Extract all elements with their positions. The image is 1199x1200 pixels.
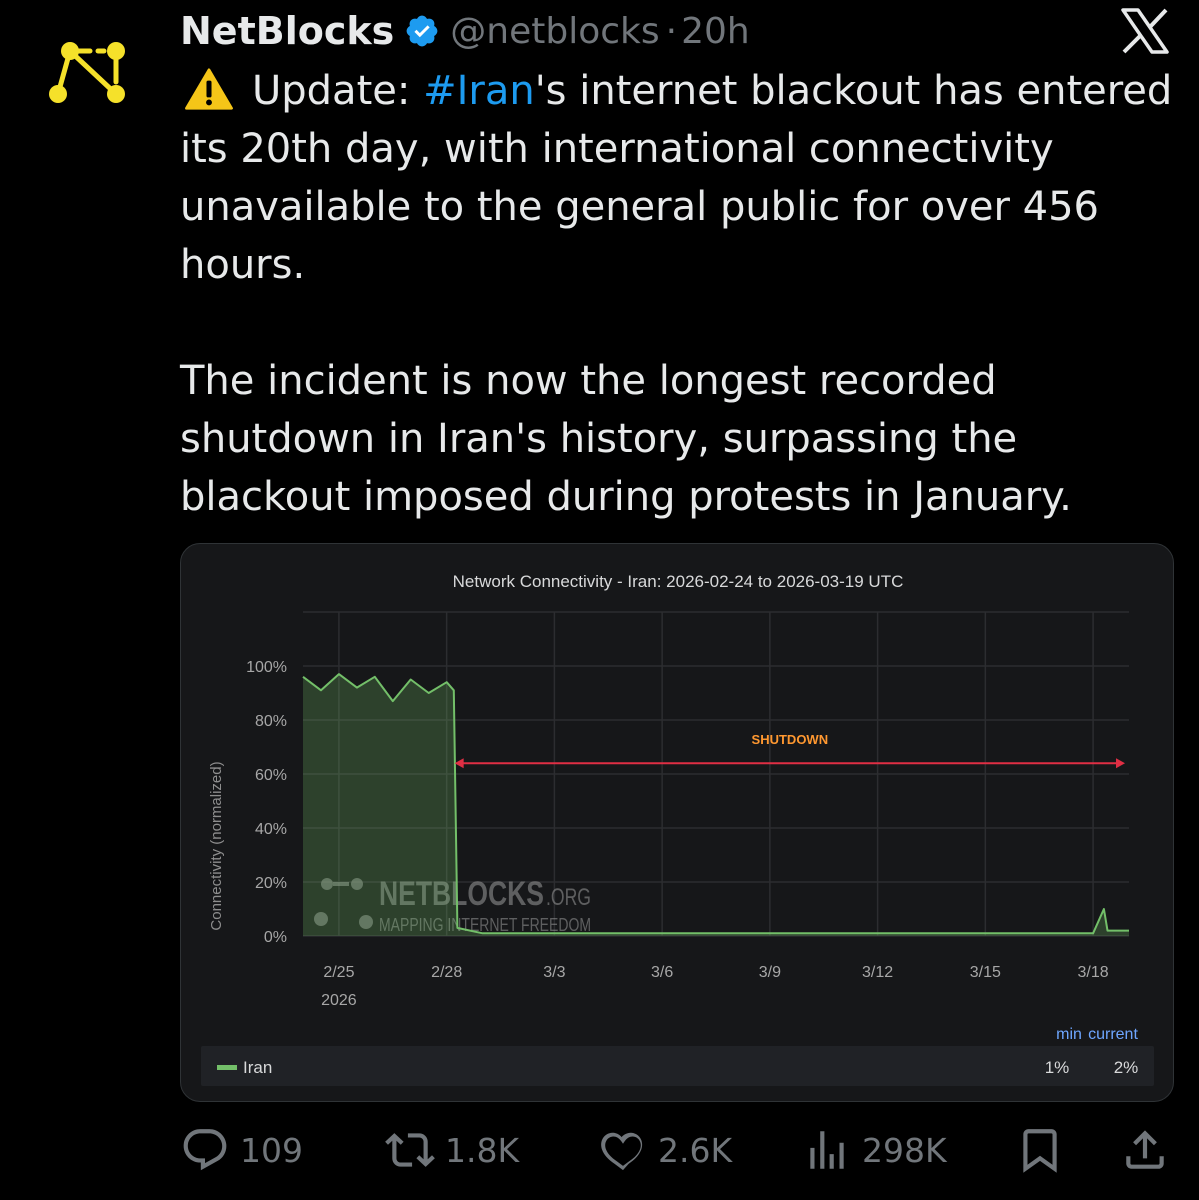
views-button[interactable]: 298K — [802, 1120, 947, 1180]
x-logo-icon[interactable] — [1120, 8, 1170, 54]
y-tick-label: 0% — [264, 929, 287, 946]
y-tick-label: 40% — [255, 821, 287, 838]
author-handle[interactable]: @netblocks — [450, 11, 659, 52]
tweet-header: NetBlocks @netblocks · 20h — [180, 6, 750, 56]
x-tick-label: 2/25 — [323, 964, 354, 981]
tweet-line-6: shutdown in Iran's history, surpassing t… — [180, 416, 1018, 462]
legend-min-value: 1% — [1045, 1058, 1070, 1077]
action-bar: 109 1.8K 2.6K 298K — [180, 1120, 1174, 1180]
x-tick-year: 2026 — [321, 992, 357, 1009]
shutdown-label: SHUTDOWN — [752, 732, 829, 747]
legend-min-label[interactable]: min — [1056, 1026, 1082, 1043]
x-tick-label: 2/28 — [431, 964, 462, 981]
verified-badge-icon — [406, 15, 438, 47]
x-tick-label: 3/9 — [759, 964, 781, 981]
author-name[interactable]: NetBlocks — [180, 9, 394, 53]
repost-button[interactable]: 1.8K — [385, 1120, 519, 1180]
tweet-text: Update: #Iran's internet blackout has en… — [180, 62, 1180, 526]
tweet-line-5: The incident is now the longest recorded — [180, 358, 997, 404]
chart-title: Network Connectivity - Iran: 2026-02-24 … — [453, 572, 904, 591]
post-time[interactable]: 20h — [681, 11, 750, 52]
legend-swatch-iran — [217, 1065, 237, 1070]
x-tick-label: 3/6 — [651, 964, 673, 981]
reply-count: 109 — [240, 1130, 303, 1170]
watermark-suffix: .ORG — [546, 884, 591, 911]
y-tick-label: 60% — [255, 767, 287, 784]
legend-current-label[interactable]: current — [1088, 1026, 1138, 1043]
tweet-line-7: blackout imposed during protests in Janu… — [180, 474, 1072, 520]
tweet-line-4: hours. — [180, 242, 306, 288]
hashtag-iran[interactable]: #Iran — [423, 68, 535, 114]
tweet-line-2: its 20th day, with international connect… — [180, 126, 1054, 172]
heart-icon — [601, 1132, 643, 1171]
share-icon — [1126, 1130, 1164, 1169]
legend-current-value: 2% — [1114, 1058, 1139, 1077]
warning-icon — [185, 68, 233, 110]
y-tick-label: 80% — [255, 713, 287, 730]
y-tick-label: 100% — [246, 659, 287, 676]
time-separator: · — [665, 10, 678, 52]
views-count: 298K — [862, 1130, 947, 1170]
bookmark-icon — [1023, 1129, 1057, 1173]
share-button[interactable] — [1120, 1120, 1170, 1180]
repost-icon — [385, 1133, 435, 1167]
legend-series-name[interactable]: Iran — [243, 1058, 272, 1077]
y-tick-label: 20% — [255, 875, 287, 892]
shutdown-arrow-right — [1116, 758, 1125, 769]
reply-icon — [183, 1129, 227, 1171]
bookmark-button[interactable] — [1015, 1120, 1065, 1180]
netblocks-avatar[interactable] — [48, 36, 134, 112]
series-area-iran — [303, 674, 1129, 936]
x-tick-label: 3/15 — [970, 964, 1001, 981]
chart-image[interactable]: Network Connectivity - Iran: 2026-02-24 … — [180, 543, 1174, 1102]
like-count: 2.6K — [658, 1130, 733, 1170]
x-tick-label: 3/12 — [862, 964, 893, 981]
shutdown-arrow-left — [454, 758, 464, 769]
tweet-line-1: Update: #Iran's internet blackout has en… — [180, 62, 1180, 120]
repost-count: 1.8K — [445, 1130, 520, 1170]
tweet-update-prefix: Update: — [252, 68, 424, 114]
tweet-line-1-text: 's internet blackout has entered — [534, 68, 1173, 114]
reply-button[interactable]: 109 — [180, 1120, 303, 1180]
y-axis-label: Connectivity (normalized) — [208, 761, 225, 930]
legend-row — [201, 1046, 1154, 1086]
like-button[interactable]: 2.6K — [598, 1120, 732, 1180]
connectivity-chart: Network Connectivity - Iran: 2026-02-24 … — [201, 572, 1154, 1086]
views-icon — [810, 1131, 844, 1169]
x-tick-label: 3/3 — [543, 964, 565, 981]
tweet-line-3: unavailable to the general public for ov… — [180, 184, 1099, 230]
x-tick-label: 3/18 — [1078, 964, 1109, 981]
shutdown-annotation: SHUTDOWN — [454, 732, 1125, 769]
